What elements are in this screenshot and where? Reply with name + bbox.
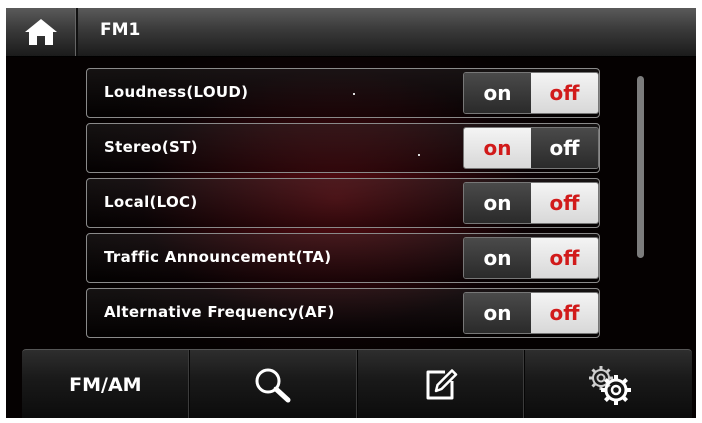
toggle-on-option[interactable]: on (464, 128, 531, 168)
screen-speck (353, 93, 355, 95)
toggle-on-option[interactable]: on (464, 293, 531, 333)
settings-button[interactable] (525, 350, 692, 418)
setting-row-alternative-frequency: Alternative Frequency(AF) on off (86, 288, 600, 338)
on-off-toggle[interactable]: on off (463, 292, 599, 334)
page-title: FM1 (100, 20, 141, 40)
toggle-off-option[interactable]: off (531, 293, 598, 333)
setting-row-traffic-announcement: Traffic Announcement(TA) on off (86, 233, 600, 283)
setting-row-loudness: Loudness(LOUD) on off (86, 68, 600, 118)
screen-speck (418, 154, 420, 156)
bottom-toolbar: FM/AM (22, 349, 692, 418)
setting-label: Alternative Frequency(AF) (104, 303, 335, 321)
toggle-off-option[interactable]: off (531, 128, 598, 168)
on-off-toggle[interactable]: on off (463, 127, 599, 169)
search-icon (255, 368, 291, 402)
top-bar: FM1 (6, 8, 696, 57)
setting-label: Loudness(LOUD) (104, 83, 249, 101)
gears-icon (588, 365, 631, 405)
on-off-toggle[interactable]: on off (463, 182, 599, 224)
edit-icon (426, 368, 458, 399)
on-off-toggle[interactable]: on off (463, 72, 599, 114)
search-button[interactable] (190, 350, 358, 418)
toggle-off-option[interactable]: off (531, 73, 598, 113)
toggle-on-option[interactable]: on (464, 183, 531, 223)
setting-label: Local(LOC) (104, 193, 198, 211)
toggle-on-option[interactable]: on (464, 73, 531, 113)
setting-label: Stereo(ST) (104, 138, 198, 156)
toggle-off-option[interactable]: off (531, 183, 598, 223)
setting-row-stereo: Stereo(ST) on off (86, 123, 600, 173)
setting-label: Traffic Announcement(TA) (104, 248, 332, 266)
home-icon (25, 19, 57, 45)
on-off-toggle[interactable]: on off (463, 237, 599, 279)
list-scrollbar[interactable] (637, 76, 644, 258)
radio-settings-screen: FM1 Loudness(LOUD) on off Stereo(ST) on … (6, 8, 696, 418)
toggle-on-option[interactable]: on (464, 238, 531, 278)
toggle-off-option[interactable]: off (531, 238, 598, 278)
band-button[interactable]: FM/AM (22, 350, 190, 418)
home-button[interactable] (6, 8, 78, 56)
setting-row-local: Local(LOC) on off (86, 178, 600, 228)
band-label: FM/AM (69, 373, 142, 396)
edit-button[interactable] (358, 350, 526, 418)
